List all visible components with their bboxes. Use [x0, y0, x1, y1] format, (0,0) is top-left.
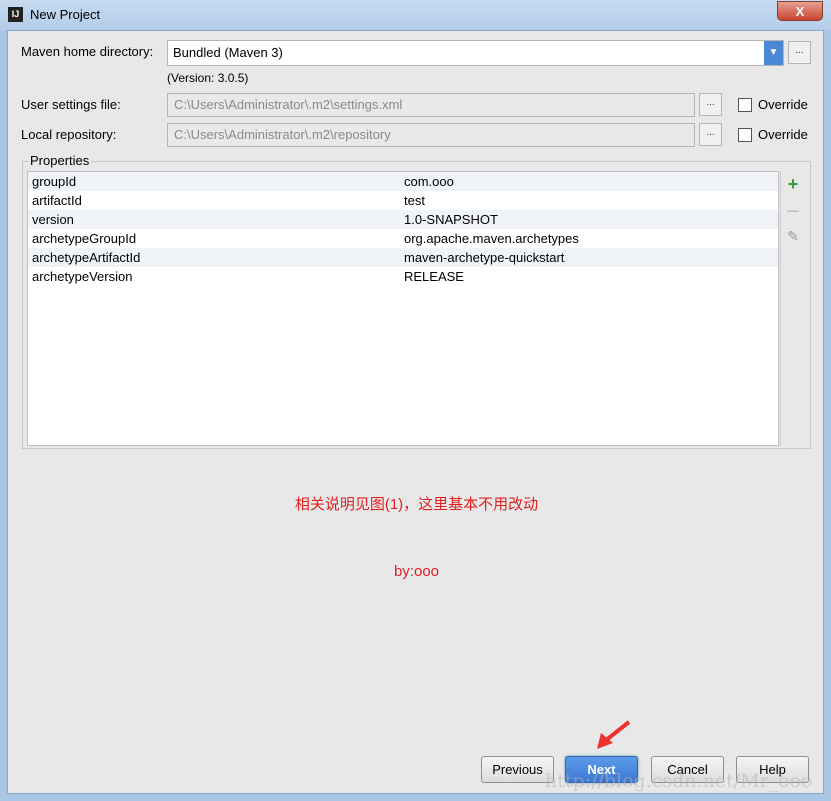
property-value: 1.0-SNAPSHOT: [404, 212, 498, 227]
next-button[interactable]: Next: [565, 756, 638, 783]
property-key: archetypeArtifactId: [32, 250, 141, 265]
property-key: version: [32, 212, 74, 227]
local-repository-label: Local repository:: [21, 127, 117, 142]
previous-button[interactable]: Previous: [481, 756, 554, 783]
browse-settings-button[interactable]: ...: [699, 93, 722, 116]
property-key: archetypeGroupId: [32, 231, 137, 246]
table-row[interactable]: archetypeGroupId org.apache.maven.archety…: [28, 229, 778, 248]
properties-title: Properties: [28, 153, 92, 168]
maven-home-label: Maven home directory:: [21, 44, 154, 59]
local-repository-field[interactable]: C:\Users\Administrator\.m2\repository: [167, 123, 695, 147]
user-settings-label: User settings file:: [21, 97, 121, 112]
table-row[interactable]: artifactId test: [28, 191, 778, 210]
title-bar: IJ New Project X: [0, 0, 831, 30]
maven-home-value: Bundled (Maven 3): [173, 45, 283, 60]
cancel-button[interactable]: Cancel: [651, 756, 724, 783]
override-repository-checkbox[interactable]: Override: [738, 127, 808, 142]
maven-home-dropdown[interactable]: Bundled (Maven 3) ▼: [167, 40, 784, 66]
table-row[interactable]: archetypeArtifactId maven-archetype-quick…: [28, 248, 778, 267]
remove-icon[interactable]: —: [781, 197, 805, 223]
browse-maven-home-button[interactable]: ...: [788, 41, 811, 64]
property-value: com.ooo: [404, 174, 454, 189]
override-label: Override: [758, 127, 808, 142]
maven-version: (Version: 3.0.5): [167, 71, 249, 85]
table-row[interactable]: groupId com.ooo: [28, 172, 778, 191]
property-key: archetypeVersion: [32, 269, 133, 284]
intellij-icon: IJ: [8, 7, 23, 22]
properties-table: groupId com.ooo artifactId test version 1.0…: [27, 171, 779, 446]
property-key: artifactId: [32, 193, 82, 208]
properties-toolbar: + — ✎: [780, 171, 805, 446]
annotation-author: by:ooo: [393, 563, 440, 580]
annotation-note: 相关说明见图(1)，这里基本不用改动: [294, 496, 539, 513]
property-value: RELEASE: [404, 269, 464, 284]
override-label: Override: [758, 97, 808, 112]
user-settings-field[interactable]: C:\Users\Administrator\.m2\settings.xml: [167, 93, 695, 117]
table-row[interactable]: version 1.0-SNAPSHOT: [28, 210, 778, 229]
help-button[interactable]: Help: [736, 756, 809, 783]
property-value: maven-archetype-quickstart: [404, 250, 565, 265]
property-key: groupId: [32, 174, 77, 189]
checkbox-box[interactable]: [738, 127, 752, 142]
red-arrow-icon: [597, 720, 631, 749]
table-row[interactable]: archetypeVersion RELEASE: [28, 267, 778, 286]
browse-repository-button[interactable]: ...: [699, 123, 722, 146]
window-title: New Project: [30, 7, 101, 22]
checkbox-box[interactable]: [738, 97, 752, 112]
property-value: org.apache.maven.archetypes: [404, 231, 579, 246]
property-value: test: [404, 193, 425, 208]
close-button[interactable]: X: [777, 1, 823, 21]
add-icon[interactable]: +: [781, 171, 805, 197]
dialog-body: Maven home directory: Bundled (Maven 3) ▼…: [7, 30, 824, 794]
chevron-down-icon[interactable]: ▼: [764, 41, 783, 65]
edit-icon[interactable]: ✎: [781, 223, 805, 249]
override-settings-checkbox[interactable]: Override: [738, 97, 808, 112]
